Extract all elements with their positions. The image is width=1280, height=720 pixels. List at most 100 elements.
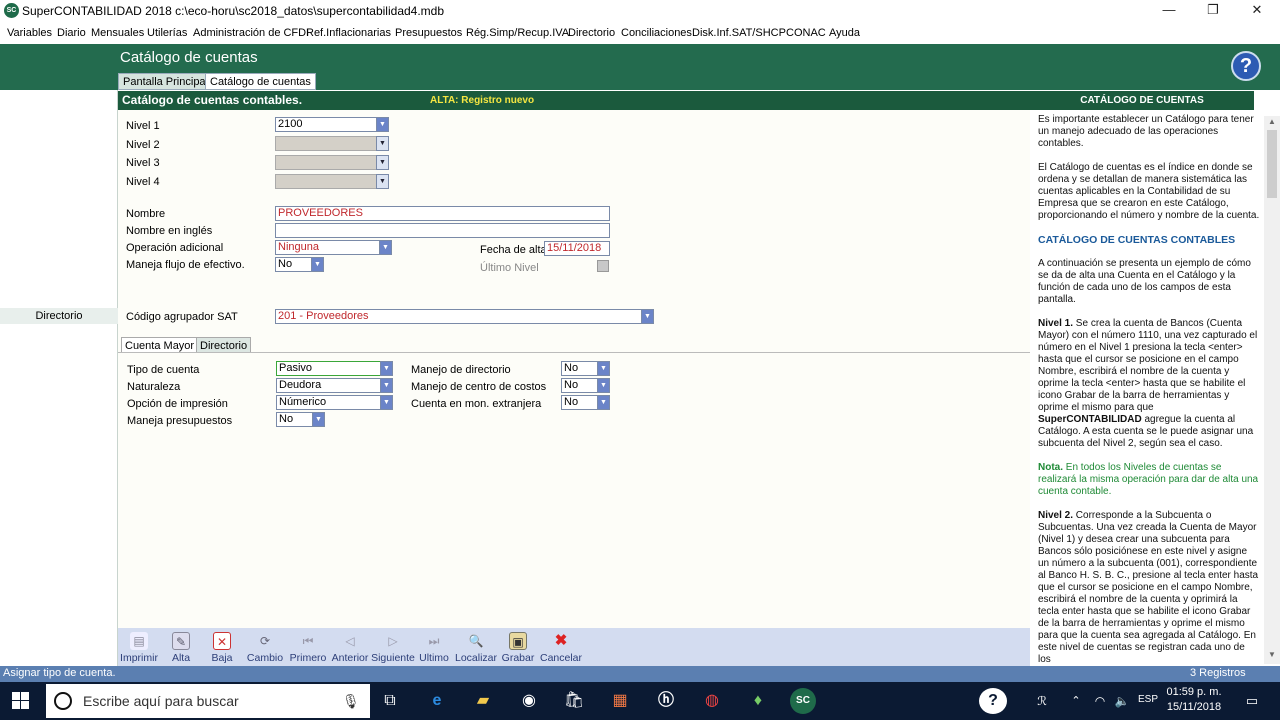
nivel2-dropdown-icon[interactable]: ▼ bbox=[376, 136, 389, 151]
costos-dropdown-icon[interactable]: ▼ bbox=[597, 378, 610, 393]
baja-button[interactable]: ✕ Baja bbox=[199, 630, 245, 664]
supercontabilidad-icon[interactable]: SC bbox=[790, 688, 816, 714]
costos-field[interactable]: No bbox=[561, 378, 599, 393]
chrome-icon[interactable]: ◍ bbox=[698, 688, 726, 714]
presupuestos-field[interactable]: No bbox=[276, 412, 313, 427]
menu-ref-inflacionarias[interactable]: Ref.Inflacionarias bbox=[306, 27, 391, 39]
edge-icon[interactable]: e bbox=[423, 688, 451, 714]
help-icon[interactable]: ? bbox=[1231, 51, 1261, 81]
menu-diario[interactable]: Diario bbox=[57, 27, 86, 39]
nivel4-dropdown-icon[interactable]: ▼ bbox=[376, 174, 389, 189]
directorio-dropdown-icon[interactable]: ▼ bbox=[597, 361, 610, 376]
naturaleza-field[interactable]: Deudora bbox=[276, 378, 382, 393]
store-icon[interactable]: 🛍 bbox=[560, 688, 588, 714]
task-view-icon[interactable]: ⧉ bbox=[376, 688, 404, 714]
impresion-dropdown-icon[interactable]: ▼ bbox=[380, 395, 393, 410]
presupuestos-dropdown-icon[interactable]: ▼ bbox=[312, 412, 325, 427]
nivel1-dropdown-icon[interactable]: ▼ bbox=[376, 117, 389, 132]
menu-ayuda[interactable]: Ayuda bbox=[829, 27, 860, 39]
paint-icon[interactable]: ▦ bbox=[606, 688, 634, 714]
mode-indicator: ALTA: Registro nuevo bbox=[430, 95, 535, 106]
tab-catalogo-cuentas[interactable]: Catálogo de cuentas bbox=[205, 73, 316, 90]
menu-presupuestos[interactable]: Presupuestos bbox=[395, 27, 462, 39]
hp-icon[interactable]: ⓗ bbox=[652, 688, 680, 714]
imprimir-button[interactable]: ▤ Imprimir bbox=[116, 630, 162, 664]
anterior-button[interactable]: ◁ Anterior bbox=[327, 630, 373, 664]
help-tray-icon[interactable]: ? bbox=[979, 688, 1007, 714]
menu-cfdi[interactable]: Administración de CFDI bbox=[193, 27, 309, 39]
microphone-icon[interactable]: 🎙 bbox=[342, 693, 360, 710]
operacion-dropdown-icon[interactable]: ▼ bbox=[379, 240, 392, 255]
tab-pantalla-principal[interactable]: Pantalla Principal bbox=[118, 73, 213, 90]
language-indicator[interactable]: ESP bbox=[1138, 694, 1158, 705]
close-button[interactable]: ✕ bbox=[1235, 0, 1279, 22]
nivel3-field[interactable] bbox=[275, 155, 379, 170]
clock[interactable]: 01:59 p. m. 15/11/2018 bbox=[1164, 685, 1224, 715]
restore-button[interactable]: ❐ bbox=[1191, 0, 1235, 22]
directorio-label: Manejo de directorio bbox=[411, 364, 511, 376]
first-icon: ⏮ bbox=[302, 634, 314, 648]
save-icon: ▣ bbox=[509, 632, 527, 650]
directorio-field[interactable]: No bbox=[561, 361, 599, 376]
taskbar-search[interactable]: Escribe aquí para buscar 🎙 bbox=[46, 684, 370, 718]
localizar-button[interactable]: 🔍 Localizar bbox=[453, 630, 499, 664]
grabar-button[interactable]: ▣ Grabar bbox=[495, 630, 541, 664]
form-header: Catálogo de cuentas contables. ALTA: Reg… bbox=[118, 91, 1030, 110]
ultimo-button[interactable]: ⏭ Ultimo bbox=[411, 630, 457, 664]
siguiente-button[interactable]: ▷ Siguiente bbox=[370, 630, 416, 664]
nivel1-field[interactable]: 2100 bbox=[275, 117, 379, 132]
scroll-down-icon[interactable]: ▼ bbox=[1267, 650, 1277, 659]
minimize-button[interactable]: — bbox=[1147, 0, 1191, 22]
cancelar-button[interactable]: ✖ Cancelar bbox=[538, 630, 584, 664]
flujo-dropdown-icon[interactable]: ▼ bbox=[311, 257, 324, 272]
nivel3-label: Nivel 3 bbox=[126, 157, 160, 169]
nivel2-field[interactable] bbox=[275, 136, 379, 151]
menu-directorio[interactable]: Directorio bbox=[568, 27, 615, 39]
ultimo-nivel-checkbox[interactable] bbox=[597, 260, 609, 272]
naturaleza-dropdown-icon[interactable]: ▼ bbox=[380, 378, 393, 393]
flujo-field[interactable]: No bbox=[275, 257, 312, 272]
nivel3-dropdown-icon[interactable]: ▼ bbox=[376, 155, 389, 170]
subtab-directorio[interactable]: Directorio bbox=[196, 337, 252, 353]
ultimo-nivel-label: Último Nivel bbox=[480, 262, 539, 274]
maps-icon[interactable]: ♦ bbox=[744, 688, 772, 714]
tipo-field[interactable]: Pasivo bbox=[276, 361, 382, 376]
sat-label: Código agrupador SAT bbox=[126, 311, 238, 323]
fecha-field[interactable]: 15/11/2018 bbox=[544, 241, 610, 256]
nivel4-field[interactable] bbox=[275, 174, 379, 189]
notifications-icon[interactable]: ▭ bbox=[1238, 688, 1266, 714]
menu-utilerias[interactable]: Utilerías bbox=[147, 27, 187, 39]
impresion-field[interactable]: Númerico bbox=[276, 395, 382, 410]
menu-conac[interactable]: CONAC bbox=[786, 27, 826, 39]
sat-dropdown-icon[interactable]: ▼ bbox=[641, 309, 654, 324]
people-icon[interactable]: ℛ bbox=[1028, 688, 1056, 714]
tipo-dropdown-icon[interactable]: ▼ bbox=[380, 361, 393, 376]
scroll-thumb[interactable] bbox=[1267, 130, 1277, 198]
help-paragraph: Es importante establecer un Catálogo par… bbox=[1038, 114, 1254, 149]
menu-conciliaciones[interactable]: Conciliaciones bbox=[621, 27, 692, 39]
windows-start-icon[interactable] bbox=[12, 692, 30, 710]
sat-field[interactable]: 201 - Proveedores bbox=[275, 309, 643, 324]
menu-variables[interactable]: Variables bbox=[7, 27, 52, 39]
status-bar: Asignar tipo de cuenta. 3 Registros bbox=[0, 666, 1280, 682]
nombre-field[interactable]: PROVEEDORES bbox=[275, 206, 610, 221]
menu-bar: Variables Diario Mensuales Utilerías Adm… bbox=[0, 25, 1280, 43]
clock-time: 01:59 p. m. bbox=[1166, 686, 1222, 698]
extranjera-dropdown-icon[interactable]: ▼ bbox=[597, 395, 610, 410]
menu-reg-simp[interactable]: Rég.Simp/Recup.IVA bbox=[466, 27, 569, 39]
nombre-ingles-field[interactable] bbox=[275, 223, 610, 238]
scroll-up-icon[interactable]: ▲ bbox=[1267, 117, 1277, 126]
media-icon[interactable]: ◉ bbox=[515, 688, 543, 714]
menu-disk-inf[interactable]: Disk.Inf.SAT/SHCP bbox=[692, 27, 786, 39]
help-scrollbar[interactable]: ▲ ▼ bbox=[1264, 116, 1280, 664]
directorio-button[interactable]: Directorio bbox=[0, 308, 118, 324]
alta-button[interactable]: ✎ Alta bbox=[158, 630, 204, 664]
extranjera-field[interactable]: No bbox=[561, 395, 599, 410]
operacion-field[interactable]: Ninguna bbox=[275, 240, 381, 255]
cambio-button[interactable]: ⟳ Cambio bbox=[242, 630, 288, 664]
menu-mensuales[interactable]: Mensuales bbox=[91, 27, 144, 39]
volume-icon[interactable]: 🔈 bbox=[1108, 688, 1136, 714]
file-explorer-icon[interactable]: ▰ bbox=[469, 688, 497, 714]
subtab-cuenta-mayor[interactable]: Cuenta Mayor bbox=[121, 337, 199, 353]
primero-button[interactable]: ⏮ Primero bbox=[285, 630, 331, 664]
